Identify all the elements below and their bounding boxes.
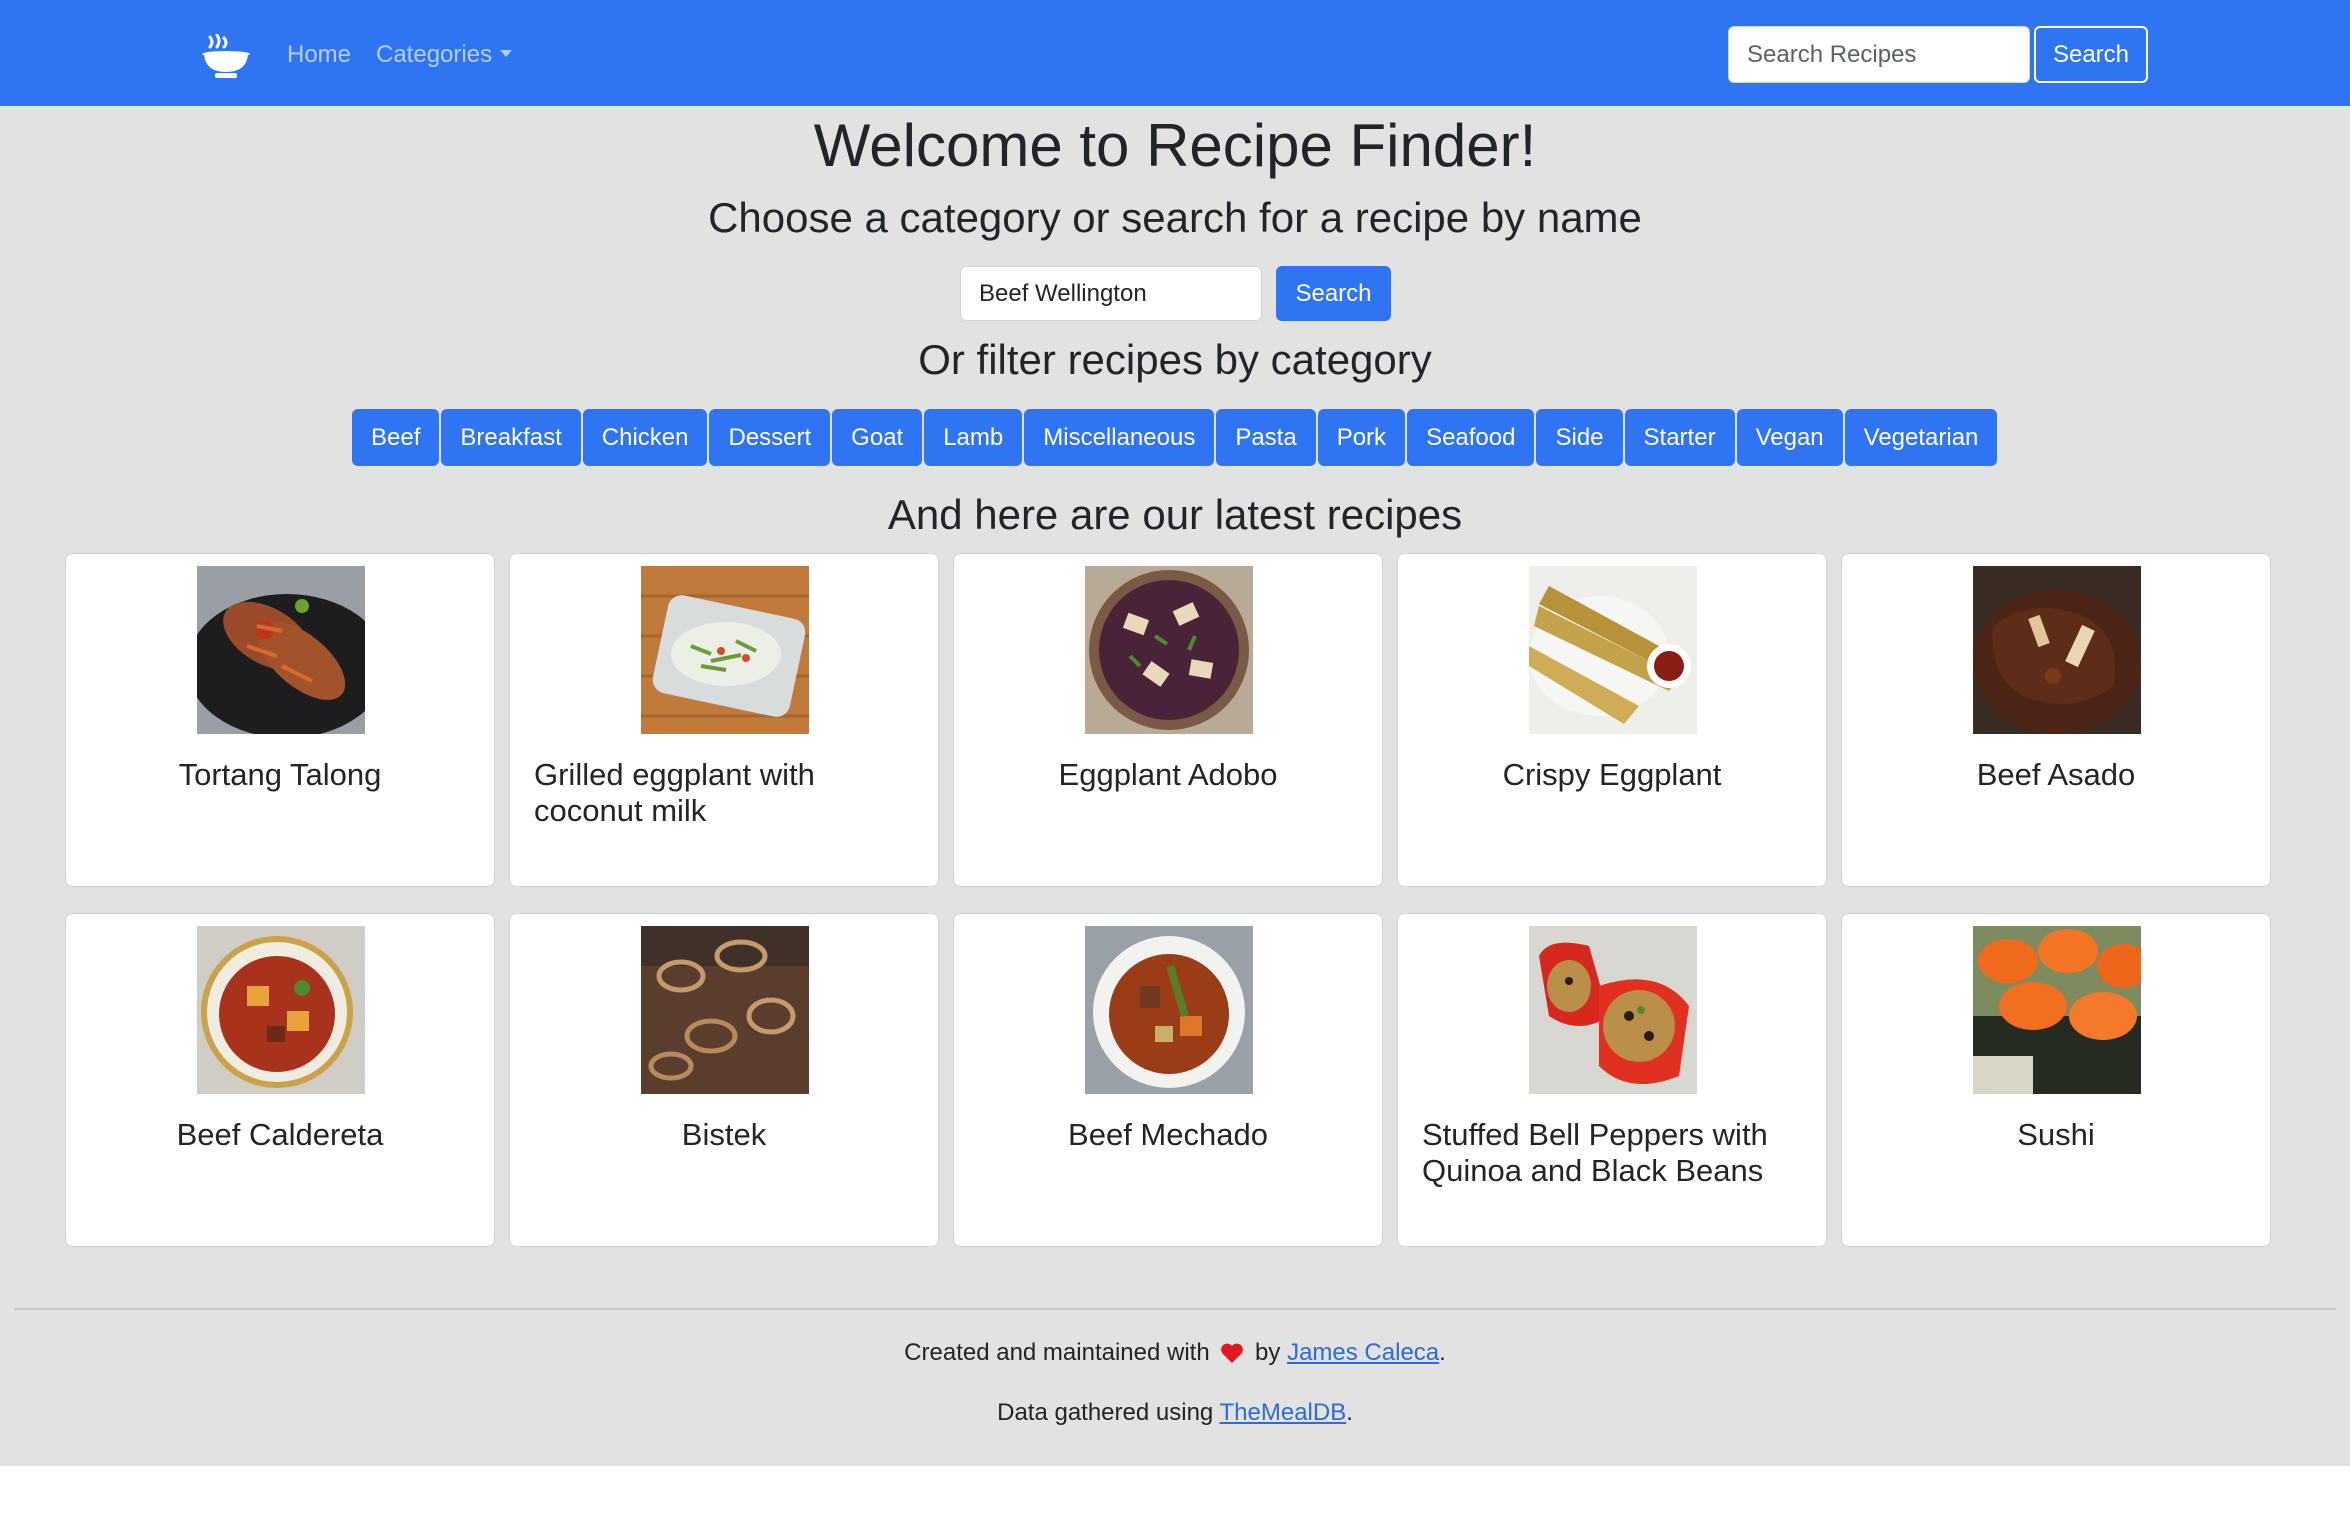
recipe-title[interactable]: Bistek <box>510 1117 938 1153</box>
recipe-grid: Tortang Talong Grilled eggplant with coc… <box>65 553 2273 1247</box>
filter-heading: Or filter recipes by category <box>918 336 1432 383</box>
heart-icon <box>1221 1343 1244 1363</box>
recipe-title[interactable]: Beef Asado <box>1842 757 2270 793</box>
footer-source-prefix: Data gathered using <box>997 1399 1214 1426</box>
footer-credit: Created and maintained with by James Cal… <box>0 1337 2350 1369</box>
recipe-thumbnail[interactable] <box>1529 926 1697 1094</box>
category-button-vegan[interactable]: Vegan <box>1736 409 1843 466</box>
category-button-side[interactable]: Side <box>1536 409 1623 466</box>
category-button-beef[interactable]: Beef <box>352 409 440 466</box>
recipe-thumbnail[interactable] <box>641 566 809 734</box>
nav-categories-dropdown[interactable]: Categories <box>376 36 513 74</box>
recipe-card[interactable]: Beef Asado <box>1841 553 2271 887</box>
navbar: Home Categories Search <box>0 0 2350 106</box>
page-subtitle: Choose a category or search for a recipe… <box>708 194 1642 241</box>
category-button-goat[interactable]: Goat <box>832 409 923 466</box>
recipe-title[interactable]: Sushi <box>1842 1117 2270 1153</box>
category-button-pork[interactable]: Pork <box>1317 409 1406 466</box>
category-button-starter[interactable]: Starter <box>1624 409 1735 466</box>
recipe-card[interactable]: Beef Mechado <box>953 913 1383 1247</box>
recipe-thumbnail[interactable] <box>1529 566 1697 734</box>
recipe-card[interactable]: Eggplant Adobo <box>953 553 1383 887</box>
recipe-thumbnail[interactable] <box>197 926 365 1094</box>
recipe-card[interactable]: Crispy Eggplant <box>1397 553 1827 887</box>
category-button-lamb[interactable]: Lamb <box>924 409 1023 466</box>
recipe-thumbnail[interactable] <box>1973 566 2141 734</box>
recipe-card[interactable]: Bistek <box>509 913 939 1247</box>
recipe-thumbnail[interactable] <box>1973 926 2141 1094</box>
recipe-title[interactable]: Crispy Eggplant <box>1398 757 1826 793</box>
recipe-title[interactable]: Stuffed Bell Peppers with Quinoa and Bla… <box>1398 1117 1826 1189</box>
recipe-title[interactable]: Beef Mechado <box>954 1117 1382 1153</box>
author-link[interactable]: James Caleca <box>1287 1339 1439 1366</box>
recipe-thumbnail[interactable] <box>641 926 809 1094</box>
recipe-card[interactable]: Stuffed Bell Peppers with Quinoa and Bla… <box>1397 913 1827 1247</box>
recipe-card[interactable]: Beef Caldereta <box>65 913 495 1247</box>
category-button-miscellaneous[interactable]: Miscellaneous <box>1024 409 1215 466</box>
recipe-title[interactable]: Eggplant Adobo <box>954 757 1382 793</box>
latest-recipes-heading: And here are our latest recipes <box>887 491 1463 538</box>
footer-data-source: Data gathered using TheMealDB. <box>0 1397 2350 1429</box>
recipe-card[interactable]: Tortang Talong <box>65 553 495 887</box>
recipe-card[interactable]: Sushi <box>1841 913 2271 1247</box>
footer-credit-prefix: Created and maintained with <box>904 1339 1210 1366</box>
nav-home-link[interactable]: Home <box>287 36 351 74</box>
page-title: Welcome to Recipe Finder! <box>813 112 1537 179</box>
category-button-vegetarian[interactable]: Vegetarian <box>1844 409 1998 466</box>
recipe-title[interactable]: Tortang Talong <box>66 757 494 793</box>
footer-divider <box>14 1308 2336 1310</box>
nav-search-button[interactable]: Search <box>2034 26 2148 83</box>
bowl-logo-icon[interactable] <box>200 34 252 80</box>
recipe-thumbnail[interactable] <box>1085 566 1253 734</box>
footer-credit-by: by <box>1255 1339 1281 1366</box>
category-button-pasta[interactable]: Pasta <box>1216 409 1316 466</box>
category-button-breakfast[interactable]: Breakfast <box>441 409 581 466</box>
recipe-thumbnail[interactable] <box>197 566 365 734</box>
nav-categories-label: Categories <box>376 41 493 68</box>
recipe-search-button[interactable]: Search <box>1276 266 1391 321</box>
footer-credit-suffix: . <box>1439 1339 1446 1366</box>
category-button-seafood[interactable]: Seafood <box>1407 409 1535 466</box>
recipe-card[interactable]: Grilled eggplant with coconut milk <box>509 553 939 887</box>
recipe-thumbnail[interactable] <box>1085 926 1253 1094</box>
nav-search-input[interactable] <box>1728 26 2030 83</box>
recipe-title[interactable]: Grilled eggplant with coconut milk <box>510 757 938 829</box>
footer-source-suffix: . <box>1346 1399 1353 1426</box>
category-button-chicken[interactable]: Chicken <box>582 409 708 466</box>
recipe-search-input[interactable] <box>960 266 1262 321</box>
recipe-title[interactable]: Beef Caldereta <box>66 1117 494 1153</box>
category-button-group: Beef Breakfast Chicken Dessert Goat Lamb… <box>352 409 1998 466</box>
category-button-dessert[interactable]: Dessert <box>709 409 831 466</box>
themealdb-link[interactable]: TheMealDB <box>1220 1399 1347 1426</box>
caret-down-icon <box>500 50 513 57</box>
